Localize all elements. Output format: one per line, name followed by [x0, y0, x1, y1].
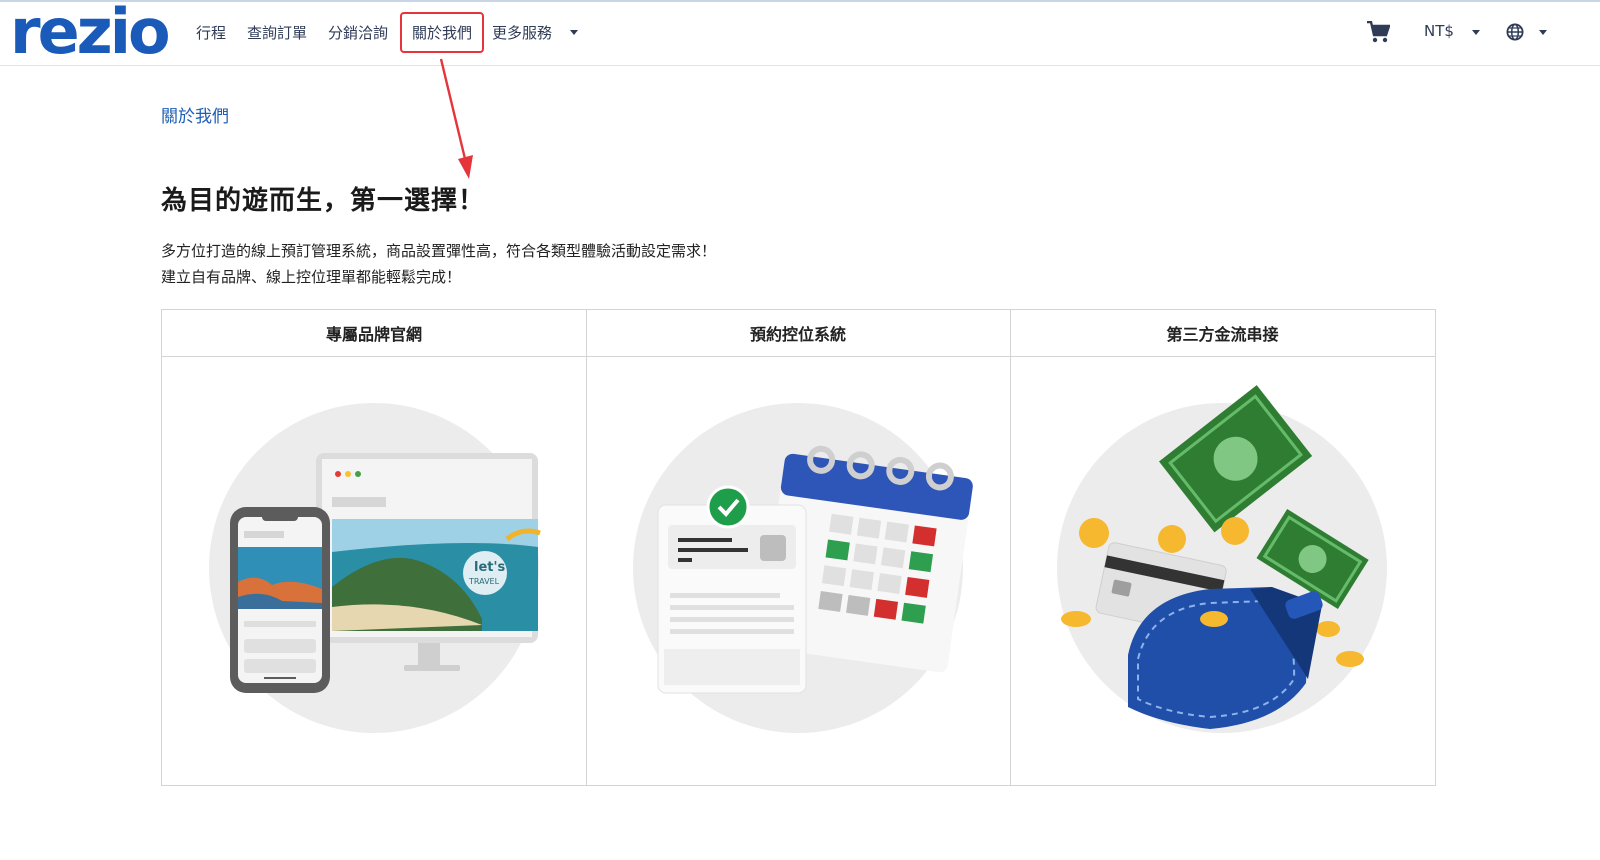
- page-headline: 為目的遊而生，第一選擇！: [161, 186, 486, 216]
- breadcrumb[interactable]: 關於我們: [161, 102, 229, 127]
- top-navigation-bar: rezio 行程 查詢訂單 分銷洽詢 關於我們 更多服務 NT$: [0, 0, 1600, 66]
- description-line-2: 建立自有品牌、線上控位理單都能輕鬆完成！: [161, 268, 462, 286]
- booking-calendar-illustration: [633, 403, 973, 733]
- illustration-text-travel: TRAVEL: [468, 577, 500, 586]
- globe-icon[interactable]: [1506, 23, 1524, 45]
- illustration-text-lets: let's: [474, 560, 505, 575]
- nav-item-more-services[interactable]: 更多服務: [492, 22, 552, 43]
- feature-title: 預約控位系統: [586, 310, 1010, 357]
- more-services-caret-down-icon[interactable]: [570, 30, 578, 35]
- feature-grid: 專屬品牌官網 let's TRAVEL 預約控位系統 第三方金流串接: [161, 309, 1436, 786]
- feature-card-brand-website: 專屬品牌官網 let's TRAVEL: [162, 310, 587, 785]
- currency-selector[interactable]: NT$: [1424, 22, 1454, 40]
- feature-card-payment-integration: 第三方金流串接: [1010, 310, 1435, 785]
- annotation-arrow: [439, 58, 473, 179]
- feature-card-booking-system: 預約控位系統: [586, 310, 1011, 785]
- feature-title: 專屬品牌官網: [162, 310, 586, 357]
- website-devices-illustration: let's TRAVEL: [209, 403, 541, 733]
- description-line-1: 多方位打造的線上預訂管理系統，商品設置彈性高，符合各類型體驗活動設定需求！: [161, 242, 717, 260]
- feature-title: 第三方金流串接: [1010, 310, 1435, 357]
- nav-item-about-us[interactable]: 關於我們: [400, 12, 485, 53]
- cart-icon[interactable]: [1366, 20, 1391, 47]
- payment-wallet-illustration: [1057, 385, 1387, 733]
- nav-item-distribution[interactable]: 分銷洽詢: [328, 22, 388, 43]
- language-caret-down-icon[interactable]: [1539, 30, 1547, 35]
- currency-caret-down-icon[interactable]: [1472, 30, 1480, 35]
- nav-item-tours[interactable]: 行程: [196, 22, 226, 43]
- nav-item-order-lookup[interactable]: 查詢訂單: [247, 22, 307, 43]
- top-accent-line: [0, 0, 1600, 2]
- rezio-logo[interactable]: rezio: [10, 1, 171, 63]
